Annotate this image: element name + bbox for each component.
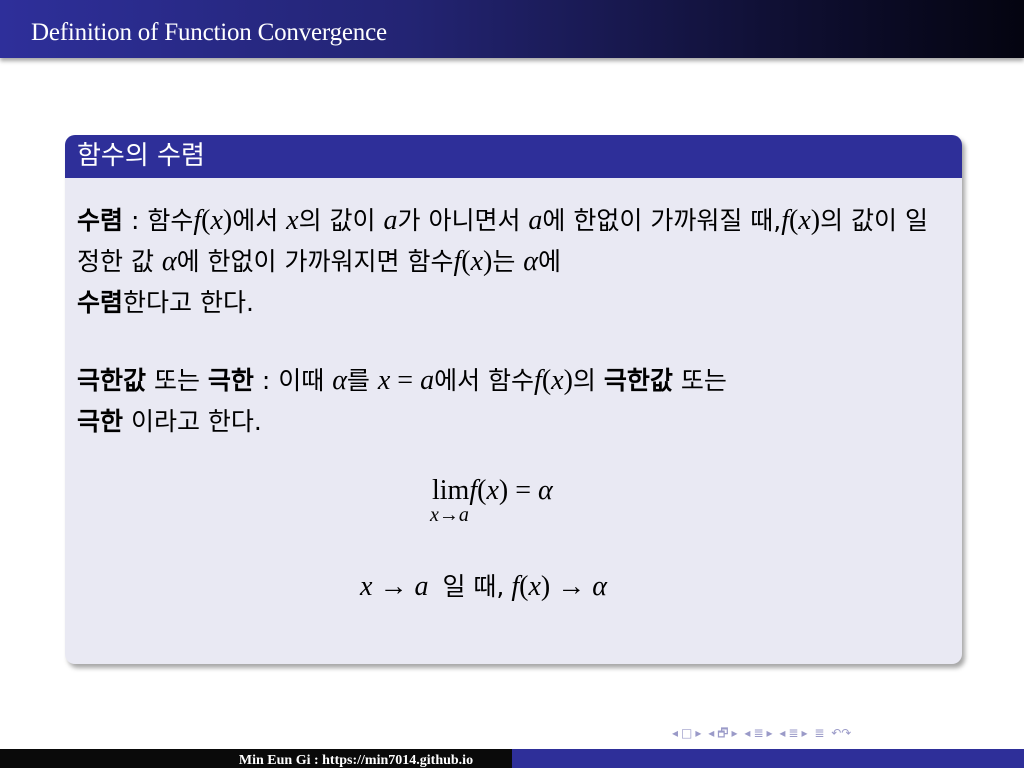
term-limit: 극한 bbox=[207, 366, 254, 395]
term-limit-value: 극한값 bbox=[77, 366, 147, 395]
definition-block: 함수의 수렴 수렴 : 함수f(x)에서 x의 값이 a가 아니면서 a에 한없… bbox=[65, 135, 962, 664]
frame-title: Definition of Function Convergence bbox=[31, 19, 387, 46]
arrow-equation: x → a 일 때, f(x) → α bbox=[360, 571, 607, 602]
term-convergence: 수렴 bbox=[77, 206, 124, 235]
section-icon[interactable]: ≣ bbox=[788, 724, 798, 742]
nav-prev-icon[interactable]: ◂ bbox=[672, 724, 678, 742]
footer: Min Eun Gi : https://min7014.github.io bbox=[0, 749, 1024, 768]
lim-operator: lim x→a bbox=[430, 475, 470, 526]
frame-title-bar: Definition of Function Convergence bbox=[0, 0, 1024, 58]
term-convergence-end: 수렴 bbox=[77, 288, 124, 317]
definition-convergence: 수렴 : 함수f(x)에서 x의 값이 a가 아니면서 a에 한없이 가까워질 … bbox=[77, 205, 928, 317]
nav-prev-icon[interactable]: ◂ bbox=[779, 724, 785, 742]
undo-redo-icon[interactable]: ↶↷ bbox=[831, 724, 851, 742]
nav-prev-icon[interactable]: ◂ bbox=[744, 724, 750, 742]
frame-icon[interactable]: □ bbox=[681, 724, 692, 742]
footer-author: Min Eun Gi : https://min7014.github.io bbox=[238, 753, 474, 768]
nav-prev-icon[interactable]: ◂ bbox=[708, 724, 714, 742]
block-title: 함수의 수렴 bbox=[65, 135, 962, 178]
subsection-icon[interactable]: 🗗 bbox=[717, 724, 728, 742]
block-body: 수렴 : 함수f(x)에서 x의 값이 a가 아니면서 a에 한없이 가까워질 … bbox=[65, 178, 962, 442]
nav-next-icon[interactable]: ▸ bbox=[767, 724, 773, 742]
document-icon[interactable]: ≣ bbox=[814, 724, 824, 742]
section-icon[interactable]: ≣ bbox=[753, 724, 763, 742]
nav-next-icon[interactable]: ▸ bbox=[732, 724, 738, 742]
nav-next-icon[interactable]: ▸ bbox=[801, 724, 807, 742]
beamer-navigation[interactable]: ◂ □ ▸ ◂ 🗗 ▸ ◂ ≣ ▸ ◂ ≣ ▸ ≣ ↶↷ bbox=[672, 724, 1024, 742]
lim-subscript: x→a bbox=[430, 504, 469, 526]
definition-limit: 극한값 또는 극한 : 이때 α를 x = a에서 함수f(x)의 극한값 또는… bbox=[77, 365, 727, 436]
limit-equation: lim x→a f(x) = α bbox=[430, 475, 553, 526]
nav-next-icon[interactable]: ▸ bbox=[695, 724, 701, 742]
